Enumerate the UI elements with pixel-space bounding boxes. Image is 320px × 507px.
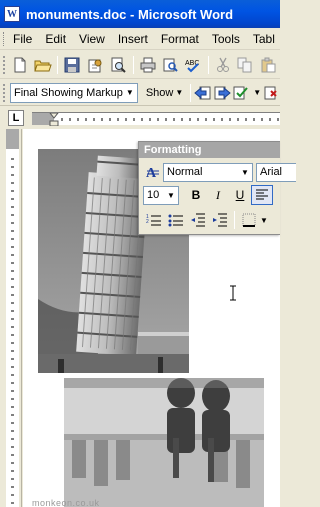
reviewing-toolbar: Final Showing Markup ▼ Show ▼ ▼ [0,80,280,106]
style-value: Normal [167,166,203,178]
font-value: Arial [260,166,283,178]
formatting-toolbar-title[interactable]: Formatting [139,142,280,158]
window-title: monuments.doc - Microsoft Word [26,6,234,22]
toolbar-separator [57,55,59,74]
open-folder-icon[interactable] [32,54,54,76]
chevron-down-icon[interactable]: ▼ [251,88,263,97]
style-combobox[interactable]: Normal ▼ [163,162,253,182]
ruler-ticks [49,113,279,126]
menu-insert[interactable]: Insert [113,32,156,46]
font-combobox[interactable]: Arial [256,162,296,182]
formatting-row-font: 10 ▼ B I U [143,184,273,206]
text-cursor-icon [229,285,237,301]
print-icon[interactable] [137,54,159,76]
menu-file[interactable]: File [8,32,40,46]
horizontal-ruler[interactable] [32,112,280,126]
standard-toolbar: ABC [0,51,280,79]
show-markup-button[interactable]: Show ▼ [138,87,187,99]
word-doc-icon[interactable]: W [4,6,20,22]
menu-view[interactable]: View [74,32,113,46]
increase-indent-icon[interactable] [209,210,231,230]
toolbar-grip[interactable] [3,83,5,102]
formatting-toolbar[interactable]: Formatting A Normal ▼ Arial 10 ▼ B I U 1… [138,141,296,235]
chevron-down-icon[interactable]: ▼ [238,163,252,181]
svg-text:A: A [146,166,157,180]
toolbar-separator [132,55,134,74]
accept-change-icon[interactable] [232,82,250,104]
spelling-icon[interactable]: ABC [182,54,204,76]
bullets-icon[interactable] [165,210,187,230]
research-icon[interactable] [159,54,181,76]
menu-bar-grip[interactable] [3,31,4,46]
font-size-combobox[interactable]: 10 ▼ [143,185,179,205]
display-for-review-select[interactable]: Final Showing Markup ▼ [10,82,138,103]
watermark-text: monkeon.co.uk [32,498,100,507]
toolbar-separator [234,211,235,229]
borders-icon[interactable] [238,210,260,230]
chevron-down-icon: ▼ [175,88,184,97]
numbering-icon[interactable]: 12 [143,210,165,230]
menu-table[interactable]: Tabl [248,32,280,46]
new-document-icon[interactable] [9,54,31,76]
permission-icon[interactable] [84,54,106,76]
reject-change-icon[interactable] [263,82,279,104]
chevron-down-icon[interactable]: ▼ [164,186,178,204]
print-preview-icon[interactable] [107,54,129,76]
copy-icon[interactable] [235,54,257,76]
next-change-icon[interactable] [213,82,232,104]
ruler-ticks [11,158,14,504]
vertical-ruler-area [0,129,22,507]
title-bar[interactable]: W monuments.doc - Microsoft Word [0,0,280,28]
align-left-button[interactable] [251,185,273,205]
italic-button[interactable]: I [207,185,229,205]
formatting-row-style: A Normal ▼ Arial [143,161,296,183]
cut-icon[interactable] [212,54,234,76]
menu-edit[interactable]: Edit [40,32,74,46]
ruler-bar: L [0,107,280,129]
bold-button[interactable]: B [185,185,207,205]
align-left-icon [256,189,268,200]
vertical-ruler[interactable] [6,129,19,507]
chevron-down-icon[interactable]: ▼ [260,216,268,225]
underline-button[interactable]: U [229,185,251,205]
chevron-down-icon[interactable]: ▼ [123,84,137,102]
toolbar-separator [190,83,192,102]
upside-down-photo[interactable] [64,378,264,507]
font-size-value: 10 [147,189,160,201]
toolbar-separator [207,55,209,74]
menu-bar: File Edit View Insert Format Tools Tabl [0,28,280,50]
save-icon[interactable] [61,54,83,76]
toolbar-grip[interactable] [3,55,6,74]
svg-text:2: 2 [146,219,149,225]
menu-tools[interactable]: Tools [207,32,248,46]
paste-icon[interactable] [257,54,279,76]
formatting-row-lists: 12 ▼ [143,209,268,231]
previous-change-icon[interactable] [194,82,212,104]
menu-format[interactable]: Format [156,32,207,46]
styles-and-formatting-icon[interactable]: A [143,163,163,182]
tab-selector[interactable]: L [8,110,24,126]
display-for-review-value: Final Showing Markup [14,86,123,99]
decrease-indent-icon[interactable] [187,210,209,230]
show-markup-label: Show [145,86,174,99]
